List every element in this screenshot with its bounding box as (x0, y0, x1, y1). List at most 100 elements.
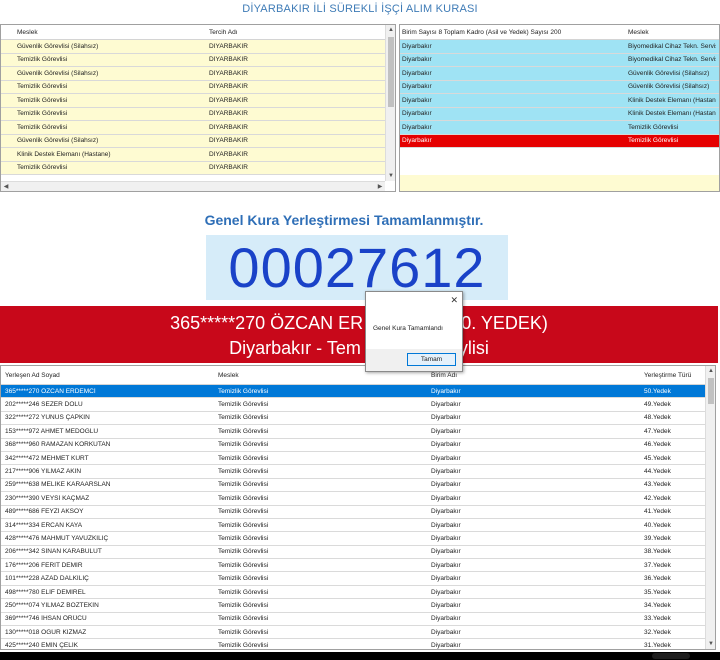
meslek-cell: Temizlik Görevlisi (218, 494, 269, 502)
table-row[interactable]: 176*****206 FERİT DEMİR Temizlik Görevlis… (1, 559, 715, 573)
meslek-cell: Klinik Destek Elemanı (Hastane) (628, 96, 716, 104)
birim-adi-cell: Diyarbakır (431, 575, 461, 583)
yerlestirme-turu-cell: 47.Yedek (644, 427, 671, 435)
table-row[interactable]: Güvenlik Görevlisi (Silahsız) DIYARBAKIR (1, 134, 395, 148)
table-row[interactable]: 202*****246 SEZER DOLU Temizlik Görevlisi… (1, 398, 715, 412)
right-grid-header: Birim Sayısı 8 Toplam Kadro (Asil ve Yed… (400, 25, 719, 40)
app-title: DİYARBAKIR İLİ SÜREKLİ İŞÇİ ALIM KURASI (242, 3, 478, 15)
scroll-up-icon[interactable]: ▲ (706, 366, 715, 376)
table-row[interactable]: 369*****746 İHSAN ÖRÜCÜ Temizlik Görevlis… (1, 612, 715, 627)
table-row[interactable]: Diyarbakır Temizlik Görevlisi (400, 121, 719, 135)
table-row[interactable]: 250*****074 YILMAZ BOZTEKİN Temizlik Göre… (1, 599, 715, 613)
winner-rank-text: 0. YEDEK) (461, 313, 548, 333)
column-header-birim-sayisi[interactable]: Birim Sayısı 8 Toplam Kadro (Asil ve Yed… (400, 29, 626, 36)
winner-banner-line2: Diyarbakır - Tem ylisi (0, 337, 718, 359)
tercih-adi-cell: DIYARBAKIR (209, 110, 248, 118)
column-header-tercih-adi[interactable]: Tercih Adı (207, 29, 383, 36)
scroll-down-icon[interactable]: ▼ (386, 171, 395, 181)
birim-adi-cell: Diyarbakır (431, 534, 461, 542)
scroll-down-icon[interactable]: ▼ (706, 639, 715, 649)
winner-unit-text: Diyarbakır - Tem (229, 338, 361, 358)
left-grid-horizontal-scrollbar[interactable]: ◀ ▶ (1, 181, 385, 191)
table-row[interactable]: 217*****906 YILMAZ AKIN Temizlik Görevlis… (1, 465, 715, 479)
table-row[interactable]: 428*****476 MAHMUT YAVUZKILIÇ Temizlik Gö… (1, 532, 715, 546)
table-row[interactable]: Temizlik Görevlisi DIYARBAKIR (1, 161, 395, 175)
table-row[interactable]: 368*****960 RAMAZAN KORKUTAN Temizlik Gör… (1, 438, 715, 452)
bottom-edge-bar (0, 652, 720, 660)
meslek-cell: Temizlik Görevlisi (218, 601, 269, 609)
table-row[interactable]: Güvenlik Görevlisi (Silahsız) DIYARBAKIR (1, 67, 395, 81)
birim-adi-cell: Diyarbakır (431, 454, 461, 462)
table-row[interactable]: 259*****638 MELİKE KARAARSLAN Temizlik Gö… (1, 478, 715, 493)
table-row[interactable]: Diyarbakır Biyomedikal Cihaz Tekn. Servis (400, 40, 719, 54)
table-row[interactable]: Temizlik Görevlisi DIYARBAKIR (1, 121, 395, 135)
scroll-thumb[interactable] (708, 378, 714, 404)
ad-soyad-cell: 153*****972 AHMET MEDOĞLU (5, 427, 99, 435)
column-header-birim-adi[interactable]: Birim Adı (427, 372, 640, 379)
table-row[interactable]: 365*****270 ÖZCAN ERDEMCİ Temizlik Görevl… (1, 385, 715, 399)
birim-adi-cell: Diyarbakır (431, 414, 461, 422)
table-row[interactable]: 342*****472 MEHMET KURT Temizlik Görevlis… (1, 451, 715, 466)
scroll-thumb[interactable] (388, 37, 394, 107)
birim-adi-cell: Diyarbakır (431, 548, 461, 556)
left-preference-grid[interactable]: Meslek Tercih Adı Güvenlik Görevlisi (Si… (0, 24, 396, 192)
tercih-adi-cell: DIYARBAKIR (209, 164, 248, 172)
column-header-meslek[interactable]: Meslek (15, 29, 207, 36)
table-row[interactable]: Diyarbakır Temizlik Görevlisi (400, 134, 719, 148)
ok-button[interactable]: Tamam (407, 353, 456, 366)
dialog-footer: Tamam (366, 349, 462, 371)
table-row[interactable]: Güvenlik Görevlisi (Silahsız) DIYARBAKIR (1, 40, 395, 54)
right-grid-rows: Diyarbakır Biyomedikal Cihaz Tekn. Servis… (400, 40, 719, 148)
column-header-yerlesen-ad-soyad[interactable]: Yerleşen Ad Soyad (1, 372, 214, 379)
table-row[interactable]: Temizlik Görevlisi DIYARBAKIR (1, 94, 395, 108)
table-row[interactable]: 489*****686 FEYZİ AKSOY Temizlik Görevlis… (1, 505, 715, 519)
meslek-cell: Biyomedikal Cihaz Tekn. Servis (628, 56, 716, 64)
ad-soyad-cell: 130*****018 OĞUR KIZMAZ (5, 628, 87, 636)
table-row[interactable]: 230*****390 VEYSİ KAÇMAZ Temizlik Görevli… (1, 492, 715, 506)
tercih-adi-cell: DIYARBAKIR (209, 42, 248, 50)
winner-name-text: 365*****270 ÖZCAN ER (170, 313, 364, 333)
yerlestirme-turu-cell: 39.Yedek (644, 534, 671, 542)
scroll-right-icon[interactable]: ▶ (375, 182, 385, 191)
table-row[interactable]: Diyarbakır Biyomedikal Cihaz Tekn. Servis (400, 53, 719, 67)
birim-adi-cell: Diyarbakır (431, 401, 461, 409)
table-row[interactable]: 206*****342 SİNAN KARABULUT Temizlik Göre… (1, 545, 715, 560)
table-row[interactable]: 101*****228 AZAD DALKILIÇ Temizlik Görevl… (1, 572, 715, 586)
table-row[interactable]: Klinik Destek Elemanı (Hastane) DIYARBAKI… (1, 148, 395, 162)
yerlestirme-turu-cell: 40.Yedek (644, 521, 671, 529)
column-header-meslek[interactable]: Meslek (214, 372, 427, 379)
table-row[interactable]: Temizlik Görevlisi DIYARBAKIR (1, 53, 395, 67)
dialog-message: Genel Kura Tamamlandı (373, 325, 443, 332)
table-row[interactable]: Diyarbakır Güvenlik Görevlisi (Silahsız) (400, 67, 719, 81)
table-row[interactable]: Diyarbakır Klinik Destek Elemanı (Hastane… (400, 94, 719, 108)
table-row[interactable]: 425*****240 EMİN ÇELİK Temizlik Görevlisi… (1, 639, 715, 649)
scroll-up-icon[interactable]: ▲ (386, 25, 395, 35)
table-row[interactable]: 322*****272 YUNUS ÇAPKIN Temizlik Görevli… (1, 411, 715, 426)
ad-soyad-cell: 428*****476 MAHMUT YAVUZKILIÇ (5, 534, 109, 542)
table-row[interactable]: Diyarbakır Klinik Destek Elemanı (Hastane… (400, 107, 719, 121)
right-unit-grid[interactable]: Birim Sayısı 8 Toplam Kadro (Asil ve Yed… (399, 24, 720, 192)
scroll-left-icon[interactable]: ◀ (1, 182, 11, 191)
left-grid-vertical-scrollbar[interactable]: ▲ ▼ (385, 25, 395, 181)
birim-adi-cell: Diyarbakır (431, 494, 461, 502)
bottom-grid-vertical-scrollbar[interactable]: ▲ ▼ (705, 366, 715, 649)
birim-adi-cell: Diyarbakır (431, 588, 461, 596)
table-row[interactable]: Temizlik Görevlisi DIYARBAKIR (1, 80, 395, 94)
placement-results-grid[interactable]: Yerleşen Ad Soyad Meslek Birim Adı Yerle… (0, 365, 716, 650)
yerlestirme-turu-cell: 33.Yedek (644, 615, 671, 623)
winner-banner-line1: 365*****270 ÖZCAN ER 0. YEDEK) (0, 306, 718, 337)
ad-soyad-cell: 498*****780 ELİF DEMİREL (5, 588, 86, 596)
column-header-yerlestirme-turu[interactable]: Yerleştirme Türü (640, 372, 700, 379)
table-row[interactable]: Diyarbakır Güvenlik Görevlisi (Silahsız) (400, 80, 719, 94)
table-row[interactable]: 130*****018 OĞUR KIZMAZ Temizlik Görevlis… (1, 626, 715, 640)
meslek-cell: Klinik Destek Elemanı (Hastane) (628, 110, 716, 118)
yerlestirme-turu-cell: 32.Yedek (644, 628, 671, 636)
column-header-meslek[interactable]: Meslek (626, 29, 716, 36)
meslek-cell: Temizlik Görevlisi (218, 414, 269, 422)
table-row[interactable]: 153*****972 AHMET MEDOĞLU Temizlik Görevl… (1, 425, 715, 439)
table-row[interactable]: 314*****334 ERCAN KAYA Temizlik Görevlisi… (1, 518, 715, 533)
table-row[interactable]: Temizlik Görevlisi DIYARBAKIR (1, 107, 395, 121)
yerlestirme-turu-cell: 45.Yedek (644, 454, 671, 462)
close-icon[interactable]: ✕ (450, 295, 458, 305)
table-row[interactable]: 498*****780 ELİF DEMİREL Temizlik Görevli… (1, 585, 715, 600)
